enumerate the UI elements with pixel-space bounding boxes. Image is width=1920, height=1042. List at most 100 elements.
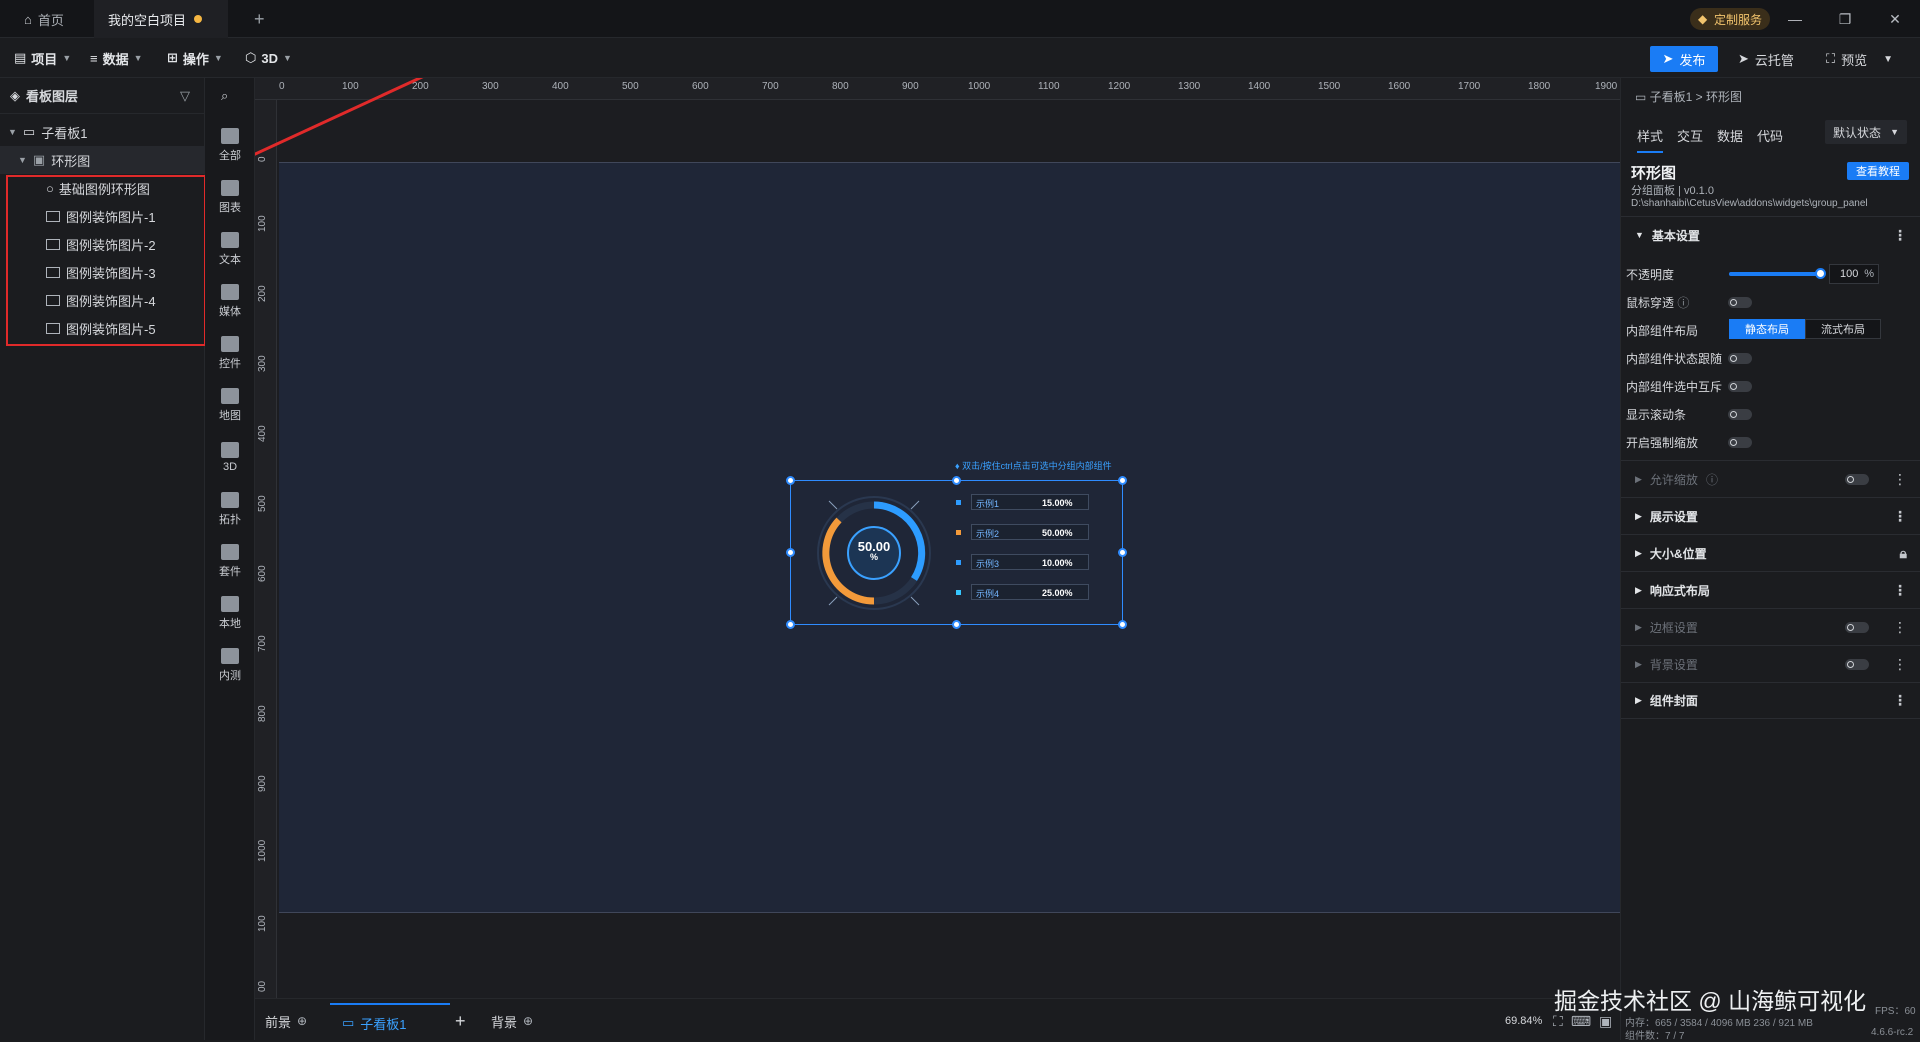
more-icon[interactable]: ⋮ [1893, 227, 1907, 244]
lock-icon[interactable]: 🔒︎ [1900, 545, 1907, 562]
tab-project[interactable]: 我的空白项目 [94, 0, 228, 38]
resize-handle[interactable] [952, 476, 961, 485]
filter-icon[interactable]: ▽ [180, 88, 190, 104]
comp-beta[interactable]: 内测 [205, 640, 255, 690]
menu-3d[interactable]: ⬡ 3D ▼ [245, 48, 292, 68]
comp-3d[interactable]: 3D [205, 432, 255, 482]
monitor-icon: ▭ [22, 124, 36, 139]
menu-data[interactable]: ≡ 数据 ▼ [90, 48, 143, 68]
add-circle-icon[interactable]: ⊕ [523, 1014, 533, 1028]
comp-map[interactable]: 地图 [205, 380, 255, 430]
publish-label: 发布 [1679, 52, 1706, 68]
inner-state-follow-toggle[interactable] [1728, 353, 1752, 364]
tab-style[interactable]: 样式 [1637, 126, 1664, 153]
opacity-input[interactable]: 100 % [1829, 264, 1879, 284]
section-display[interactable]: ▶ 展示设置 ⋮ [1621, 497, 1920, 534]
more-icon[interactable]: ⋮ [1893, 582, 1907, 599]
ring-chart-widget[interactable]: 50.00 % 示例1 15.00% 示例2 50.00% 示例3 10.00% [786, 476, 1127, 629]
ruler-tick: 600 [692, 81, 709, 92]
layout-static-option[interactable]: 静态布局 [1729, 319, 1805, 339]
tab-code[interactable]: 代码 [1757, 126, 1783, 145]
opacity-slider-thumb[interactable] [1815, 268, 1826, 279]
ruler-tick: 1900 [1595, 81, 1618, 92]
tutorial-button[interactable]: 查看教程 [1847, 162, 1909, 180]
layer-group-ring-chart[interactable]: ▼ ▣ 环形图 [0, 146, 205, 174]
section-label: 大小&位置 [1649, 546, 1707, 561]
section-cover[interactable]: ▶ 组件封面 ⋮ [1621, 682, 1920, 719]
new-tab-button[interactable]: + [240, 0, 270, 38]
ruler-tick: 100 [257, 915, 268, 932]
comp-chart[interactable]: 图表 [205, 172, 255, 222]
section-size-position[interactable]: ▶ 大小&位置 🔒︎ [1621, 534, 1920, 571]
opacity-slider[interactable] [1729, 268, 1826, 279]
more-icon[interactable]: ⋮ [1893, 656, 1907, 673]
canvas-area[interactable]: 0 100 200 300 400 500 600 700 800 900 10… [255, 78, 1620, 998]
close-button[interactable]: ✕ [1870, 0, 1920, 38]
show-scrollbar-toggle[interactable] [1728, 409, 1752, 420]
legend-item: 示例1 15.00% [956, 494, 1089, 510]
more-icon[interactable]: ⋮ [1893, 471, 1907, 488]
background-toggle[interactable] [1845, 659, 1869, 670]
layer-subboard[interactable]: ▼ ▭ 子看板1 [0, 118, 205, 146]
comp-control[interactable]: 控件 [205, 328, 255, 378]
kit-icon [221, 543, 239, 560]
custom-service-button[interactable]: ◆ 定制服务 [1689, 8, 1770, 30]
comp-all[interactable]: 全部 [205, 120, 255, 170]
layout-flow-option[interactable]: 流式布局 [1805, 319, 1881, 339]
more-icon[interactable]: ⋮ [1893, 692, 1907, 709]
tab-interaction[interactable]: 交互 [1677, 126, 1703, 145]
more-icon[interactable]: ⋮ [1893, 508, 1907, 525]
help-icon: ⓘ [1705, 472, 1718, 487]
resize-handle[interactable] [1118, 476, 1127, 485]
tab-home[interactable]: ⌂ 首页 [10, 0, 94, 38]
inner-state-follow-label: 内部组件状态跟随 [1626, 352, 1723, 366]
cloud-host-button[interactable]: ➤ 云托管 [1738, 46, 1794, 72]
cloud-host-label: 云托管 [1754, 52, 1794, 68]
mouse-through-toggle[interactable] [1728, 297, 1752, 308]
comp-local[interactable]: 本地 [205, 588, 255, 638]
tab-background[interactable]: 背景 ⊕ [491, 1011, 533, 1031]
version-label: 4.6.6-rc.2 [1871, 1027, 1914, 1038]
resize-handle[interactable] [1118, 548, 1127, 557]
tab-foreground[interactable]: 前景 ⊕ [265, 1011, 307, 1031]
resize-handle[interactable] [786, 548, 795, 557]
tab-subboard[interactable]: ▭ 子看板1 [330, 1003, 450, 1041]
ruler-tick: 1100 [1038, 81, 1060, 92]
tab-data[interactable]: 数据 [1717, 126, 1743, 145]
zoom-level[interactable]: 69.84% [1505, 1011, 1542, 1031]
ruler-tick: 100 [342, 81, 359, 92]
inner-select-exclusive-toggle[interactable] [1728, 381, 1752, 392]
ruler-tick: 200 [412, 81, 429, 92]
force-scale-toggle[interactable] [1728, 437, 1752, 448]
resize-handle[interactable] [786, 620, 795, 629]
legend-swatch [956, 559, 961, 565]
resize-handle[interactable] [786, 476, 795, 485]
comp-label: 媒体 [219, 305, 241, 318]
allow-scale-toggle[interactable] [1845, 474, 1869, 485]
minimize-button[interactable]: — [1770, 0, 1820, 38]
properties-panel: ▭ 子看板1 > 环形图 样式 交互 数据 代码 默认状态 ▼ 环形图 查看教程… [1620, 78, 1920, 1042]
section-basic[interactable]: ▼ 基本设置 ⋮ [1621, 216, 1920, 253]
preview-button[interactable]: ⛶ 预览 ▼ [1826, 46, 1893, 72]
comp-text[interactable]: 文本 [205, 224, 255, 274]
section-border[interactable]: ▶ 边框设置 ⋮ [1621, 608, 1920, 645]
comp-topology[interactable]: 拓扑 [205, 484, 255, 534]
comp-kit[interactable]: 套件 [205, 536, 255, 586]
section-responsive[interactable]: ▶ 响应式布局 ⋮ [1621, 571, 1920, 608]
state-select[interactable]: 默认状态 ▼ [1825, 120, 1907, 144]
comp-media[interactable]: 媒体 [205, 276, 255, 326]
resize-handle[interactable] [952, 620, 961, 629]
section-allow-scale[interactable]: ▶ 允许缩放 ⓘ ⋮ [1621, 460, 1920, 497]
add-circle-icon[interactable]: ⊕ [297, 1014, 307, 1028]
search-icon[interactable]: ⌕ [221, 88, 228, 104]
add-subboard-button[interactable]: + [455, 1011, 466, 1031]
border-toggle[interactable] [1845, 622, 1869, 633]
publish-button[interactable]: ➤ 发布 [1650, 46, 1718, 72]
more-icon[interactable]: ⋮ [1893, 619, 1907, 636]
section-background[interactable]: ▶ 背景设置 ⋮ [1621, 645, 1920, 682]
menu-project[interactable]: ▤ 项目 ▼ [14, 48, 71, 68]
resize-handle[interactable] [1118, 620, 1127, 629]
menu-operate[interactable]: ⊞ 操作 ▼ [167, 48, 223, 68]
restore-button[interactable]: ❐ [1820, 0, 1870, 38]
layer-label: 子看板1 [41, 125, 88, 141]
